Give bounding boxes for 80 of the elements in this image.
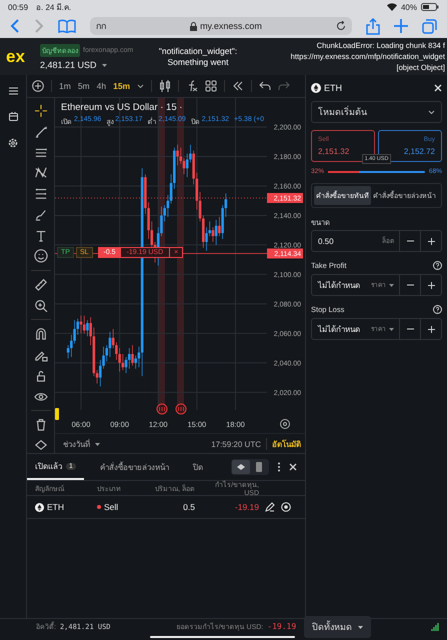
- line-tool-icon[interactable]: [34, 124, 48, 138]
- error-text: "notification_widget":: [158, 46, 238, 56]
- edit-icon[interactable]: [265, 502, 275, 512]
- close-all-button[interactable]: ปิดทั้งหมด: [304, 616, 371, 638]
- timeframe-tab[interactable]: 4h: [96, 81, 106, 91]
- status-time: 00:59: [8, 2, 28, 12]
- lock-icon: [190, 22, 198, 30]
- battery-icon: [421, 3, 439, 11]
- profit-cell-text: -19.19: [234, 502, 259, 512]
- add-icon[interactable]: [32, 80, 44, 92]
- help-icon[interactable]: [433, 305, 442, 314]
- type-cell: Sell: [104, 502, 118, 512]
- battery-percent: 40%: [400, 2, 417, 12]
- wifi-icon: [386, 3, 397, 11]
- fib-lines-icon[interactable]: [34, 187, 48, 201]
- ruler-icon[interactable]: [34, 278, 48, 292]
- eth-icon: [35, 502, 44, 512]
- crosshair-icon[interactable]: [34, 104, 48, 118]
- event-icon[interactable]: [156, 404, 168, 414]
- parallel-lines-icon[interactable]: [34, 146, 48, 160]
- total-profit-value: -19.19: [267, 622, 296, 631]
- event-icon[interactable]: [176, 404, 186, 414]
- close-icon[interactable]: [289, 463, 297, 471]
- mode-dropdown[interactable]: โหมดเริ่มต้น: [311, 101, 442, 123]
- positions-tab[interactable]: คำสั่งซื้อขายล่วงหน้า: [92, 454, 177, 480]
- timeframe-tab[interactable]: 15m: [113, 81, 130, 91]
- chevron-down-icon: [428, 110, 435, 114]
- candles-icon[interactable]: [159, 80, 172, 92]
- clock-text: 17:59:20 UTC: [211, 440, 261, 448]
- collapse-handle[interactable]: [55, 408, 59, 420]
- timeframe-tab[interactable]: 1m: [59, 81, 71, 91]
- rewind-icon[interactable]: [232, 80, 244, 92]
- caret-icon: [102, 64, 108, 67]
- calendar-icon[interactable]: [8, 112, 18, 121]
- smiley-icon[interactable]: [34, 249, 48, 263]
- new-tab-icon[interactable]: [394, 19, 408, 33]
- caret-icon: [358, 626, 363, 629]
- brush-icon[interactable]: [34, 208, 48, 222]
- position-row[interactable]: ETH Sell 0.5 -19.19: [27, 496, 305, 519]
- volume-cell-text: 0.5: [182, 502, 195, 512]
- trash-icon[interactable]: [34, 418, 48, 432]
- menu-icon[interactable]: [8, 87, 18, 95]
- zoom-in-icon[interactable]: [34, 298, 48, 312]
- date-range-dropdown[interactable]: ช่วงวันที่: [63, 438, 100, 450]
- signal-icon: [431, 622, 439, 630]
- share-icon[interactable]: [366, 18, 380, 34]
- chart-title: Ethereum vs US Dollar · 15 ·: [61, 102, 184, 113]
- symbol-title: ETH: [324, 83, 342, 93]
- tabs-icon[interactable]: [422, 18, 437, 34]
- status-date: อ. 24 มี.ค.: [36, 2, 72, 14]
- eth-icon: [311, 83, 321, 93]
- balance-dropdown[interactable]: 2,481.21 USD: [40, 60, 152, 70]
- function-icon[interactable]: [186, 80, 198, 92]
- address-bar[interactable]: กก my.exness.com: [90, 17, 352, 35]
- view-toggle-icon[interactable]: [232, 460, 250, 474]
- more-icon[interactable]: [277, 462, 281, 472]
- caret-icon: [95, 442, 100, 446]
- grid-icon[interactable]: [205, 80, 218, 92]
- auto-scale-button[interactable]: อัตโนมัติ: [272, 438, 301, 450]
- bookmarks-icon[interactable]: [58, 19, 76, 33]
- redo-icon[interactable]: [278, 80, 290, 92]
- logo[interactable]: ex: [6, 46, 40, 66]
- help-icon[interactable]: [433, 261, 442, 270]
- magnet-icon[interactable]: [34, 327, 48, 342]
- reload-icon[interactable]: [336, 21, 346, 31]
- back-icon[interactable]: [10, 19, 20, 33]
- positions-tab[interactable]: ปิด: [184, 454, 211, 480]
- error-text: Something went: [168, 56, 228, 68]
- url-text: my.exness.com: [200, 21, 262, 31]
- text-tool-icon[interactable]: [34, 228, 48, 242]
- text-size-button[interactable]: กก: [96, 19, 116, 33]
- pattern-icon[interactable]: [34, 166, 48, 180]
- layers-icon[interactable]: [34, 439, 48, 453]
- chevron-down-icon[interactable]: [137, 84, 144, 88]
- symbol-cell: ETH: [47, 502, 64, 512]
- undo-icon[interactable]: [259, 80, 272, 92]
- sell-dot-icon: [97, 505, 101, 509]
- close-position-icon[interactable]: [281, 502, 291, 512]
- close-icon[interactable]: [434, 84, 442, 92]
- timeframe-tab[interactable]: 5m: [78, 81, 90, 91]
